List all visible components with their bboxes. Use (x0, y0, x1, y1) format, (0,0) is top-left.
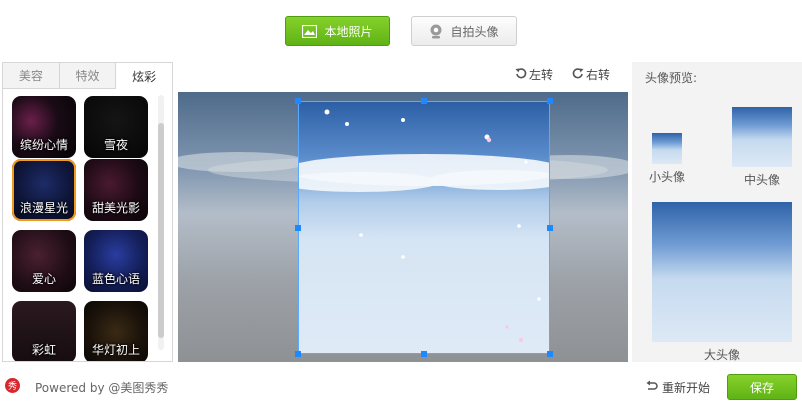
medium-avatar-preview (732, 107, 792, 167)
effects-panel: 美容 特效 炫彩 缤纷心情 雪夜 浪漫星光 甜美光影 爱心 蓝色心语 彩虹 华灯… (2, 62, 173, 362)
effect-label: 浪漫星光 (19, 201, 68, 215)
rotate-right-label: 右转 (586, 68, 611, 82)
effects-scrollbar[interactable] (158, 95, 164, 350)
selfie-button[interactable]: 自拍头像 (411, 16, 517, 46)
local-photo-button[interactable]: 本地照片 (285, 16, 390, 46)
local-photo-label: 本地照片 (324, 24, 373, 39)
save-button[interactable]: 保存 (727, 374, 797, 400)
effect-label: 爱心 (31, 272, 56, 286)
effect-label: 彩虹 (31, 343, 56, 357)
rotate-right-button[interactable]: 右转 (572, 66, 610, 83)
tab-special-effects[interactable]: 特效 (60, 63, 117, 88)
reset-button[interactable]: 重新开始 (646, 379, 710, 396)
powered-by-text: Powered by @美图秀秀 (35, 381, 169, 395)
crop-box[interactable] (298, 101, 550, 354)
effect-love-heart[interactable]: 爱心 (12, 230, 76, 292)
small-avatar-preview (652, 133, 682, 164)
effect-label: 雪夜 (103, 138, 128, 152)
crop-handle-bottom-left[interactable] (295, 351, 301, 357)
effect-romantic-starlight[interactable]: 浪漫星光 (12, 159, 76, 221)
crop-handle-right[interactable] (547, 225, 553, 231)
crop-handle-top-left[interactable] (295, 98, 301, 104)
large-avatar-label: 大头像 (703, 348, 740, 362)
crop-handle-bottom-right[interactable] (547, 351, 553, 357)
effect-blue-whisper[interactable]: 蓝色心语 (84, 230, 148, 292)
crop-handle-left[interactable] (295, 225, 301, 231)
effects-scrollbar-thumb[interactable] (158, 123, 164, 338)
crop-handle-top[interactable] (421, 98, 427, 104)
effect-label: 甜美光影 (91, 201, 140, 215)
selfie-label: 自拍头像 (450, 24, 499, 39)
preview-title: 头像预览: (645, 71, 698, 85)
effect-sweet-light[interactable]: 甜美光影 (84, 159, 148, 221)
effects-grid: 缤纷心情 雪夜 浪漫星光 甜美光影 爱心 蓝色心语 彩虹 华灯初上 (3, 89, 155, 361)
effect-snow-night[interactable]: 雪夜 (84, 96, 148, 158)
reset-label: 重新开始 (662, 381, 711, 395)
crop-photo (299, 109, 549, 342)
meitu-logo-icon: 秀 (5, 378, 20, 393)
effects-tabs: 美容 特效 炫彩 (3, 63, 173, 89)
tab-colorful[interactable]: 炫彩 (116, 63, 173, 89)
rotate-right-icon (572, 67, 586, 82)
effect-evening-lights[interactable]: 华灯初上 (84, 301, 148, 361)
rotate-left-icon (515, 67, 529, 82)
rotate-left-label: 左转 (529, 68, 554, 82)
effect-label: 蓝色心语 (91, 272, 140, 286)
medium-avatar-label: 中头像 (743, 173, 780, 187)
effect-label: 华灯初上 (91, 343, 140, 357)
effect-colorful-mood[interactable]: 缤纷心情 (12, 96, 76, 158)
crop-handle-bottom[interactable] (421, 351, 427, 357)
rotate-left-button[interactable]: 左转 (515, 66, 553, 83)
image-icon (302, 24, 318, 38)
crop-handle-top-right[interactable] (547, 98, 553, 104)
webcam-icon (429, 24, 443, 39)
small-avatar-label: 小头像 (648, 170, 685, 184)
effect-label: 缤纷心情 (19, 138, 68, 152)
undo-icon (646, 380, 662, 395)
large-avatar-preview (652, 202, 792, 342)
tab-beauty[interactable]: 美容 (3, 63, 60, 88)
effect-rainbow[interactable]: 彩虹 (12, 301, 76, 361)
